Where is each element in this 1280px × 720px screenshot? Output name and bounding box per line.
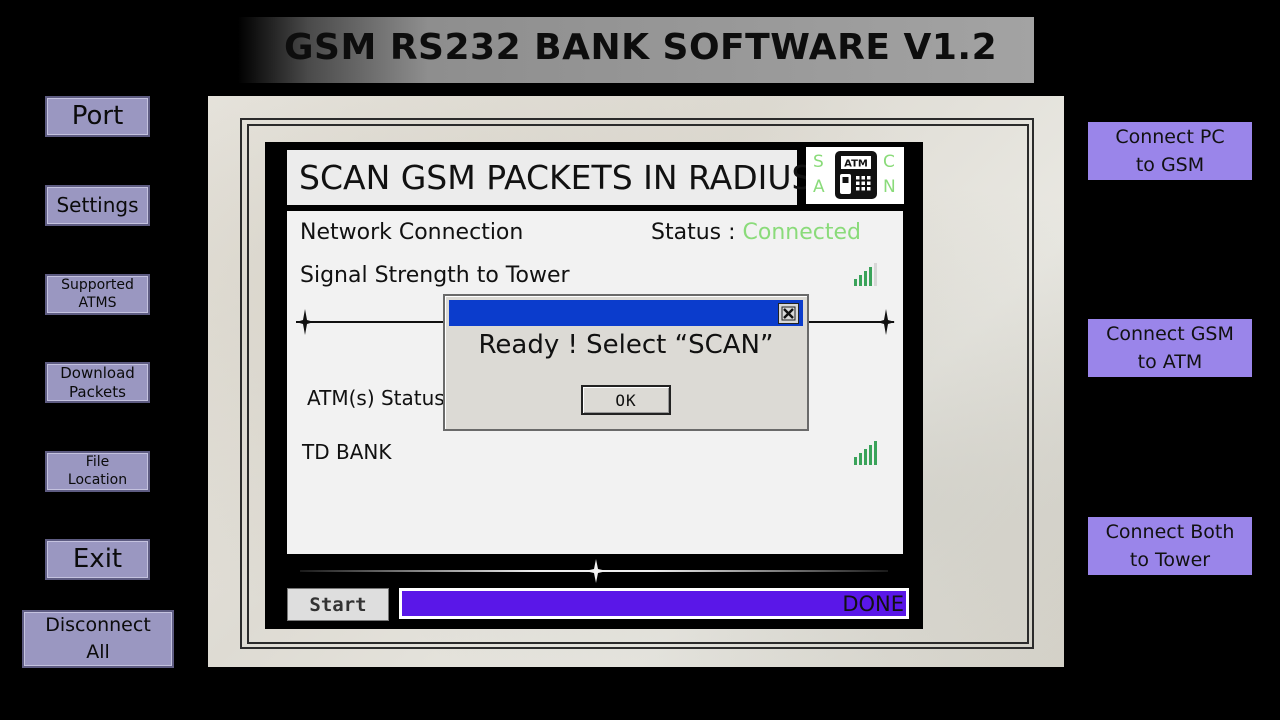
port-button-label: Port: [71, 101, 124, 132]
download-packets-button-label: Download Packets: [60, 363, 135, 401]
connect-both-to-tower-label: Connect Both to Tower: [1105, 521, 1235, 571]
logo-letter-n: N: [883, 177, 896, 197]
connect-gsm-to-atm-label: Connect GSM to ATM: [1106, 323, 1234, 373]
start-button[interactable]: Start: [287, 588, 389, 621]
app-title: GSM RS232 BANK SOFTWARE V1.2: [284, 27, 998, 68]
scan-logo: S A C N ATM: [806, 147, 904, 204]
file-location-button[interactable]: File Location: [45, 451, 150, 492]
status-prefix: Status :: [651, 220, 743, 245]
file-location-button-label: File Location: [67, 454, 128, 488]
settings-button-label: Settings: [56, 193, 139, 217]
close-icon[interactable]: [778, 303, 799, 324]
divider-star-right-icon: [877, 309, 895, 335]
download-packets-button[interactable]: Download Packets: [45, 362, 150, 403]
atm-machine-icon: ATM: [835, 151, 877, 199]
exit-button[interactable]: Exit: [45, 539, 150, 580]
signal-strength-label: Signal Strength to Tower: [300, 263, 570, 288]
supported-atms-button[interactable]: Supported ATMS: [45, 274, 150, 315]
network-connection-label: Network Connection: [300, 220, 524, 245]
exit-button-label: Exit: [72, 544, 123, 575]
disconnect-all-button[interactable]: Disconnect All: [22, 610, 174, 668]
atm-icon-text: ATM: [844, 159, 868, 170]
progress-fill: DONE: [402, 591, 906, 616]
dialog-titlebar: [449, 300, 803, 326]
port-button[interactable]: Port: [45, 96, 150, 137]
status-label: Status : Connected: [651, 220, 861, 245]
dialog-message: Ready ! Select “SCAN”: [478, 330, 774, 360]
logo-letter-c: C: [883, 152, 895, 172]
supported-atms-button-label: Supported ATMS: [61, 277, 134, 311]
bank-name: TD BANK: [302, 440, 392, 464]
connect-both-to-tower-button[interactable]: Connect Both to Tower: [1088, 517, 1252, 575]
connect-gsm-to-atm-button[interactable]: Connect GSM to ATM: [1088, 319, 1252, 377]
scan-title: SCAN GSM PACKETS IN RADIUS: [299, 158, 813, 197]
atm-status-label: ATM(s) Status: [307, 386, 445, 410]
signal-strength-icon: [854, 263, 877, 286]
divider-star-left-icon: [296, 309, 314, 335]
logo-letter-a: A: [813, 177, 825, 197]
connect-pc-to-gsm-button[interactable]: Connect PC to GSM: [1088, 122, 1252, 180]
scan-title-box: SCAN GSM PACKETS IN RADIUS: [287, 150, 812, 205]
ok-button-label: OK: [615, 390, 637, 410]
diamond-ornament-icon: [585, 559, 607, 583]
ready-dialog: Ready ! Select “SCAN” OK: [443, 294, 809, 431]
status-value: Connected: [742, 220, 861, 245]
logo-letter-s: S: [813, 152, 824, 172]
start-button-label: Start: [309, 593, 367, 616]
section-divider-left: [296, 321, 446, 323]
ok-button[interactable]: OK: [581, 385, 671, 415]
scan-progress-bar: DONE: [399, 588, 909, 619]
app-title-bar: GSM RS232 BANK SOFTWARE V1.2: [238, 17, 1034, 83]
connect-pc-to-gsm-label: Connect PC to GSM: [1115, 126, 1225, 176]
bank-signal-icon: [854, 441, 877, 465]
disconnect-all-button-label: Disconnect All: [45, 614, 151, 663]
progress-text: DONE: [842, 592, 904, 616]
settings-button[interactable]: Settings: [45, 185, 150, 226]
